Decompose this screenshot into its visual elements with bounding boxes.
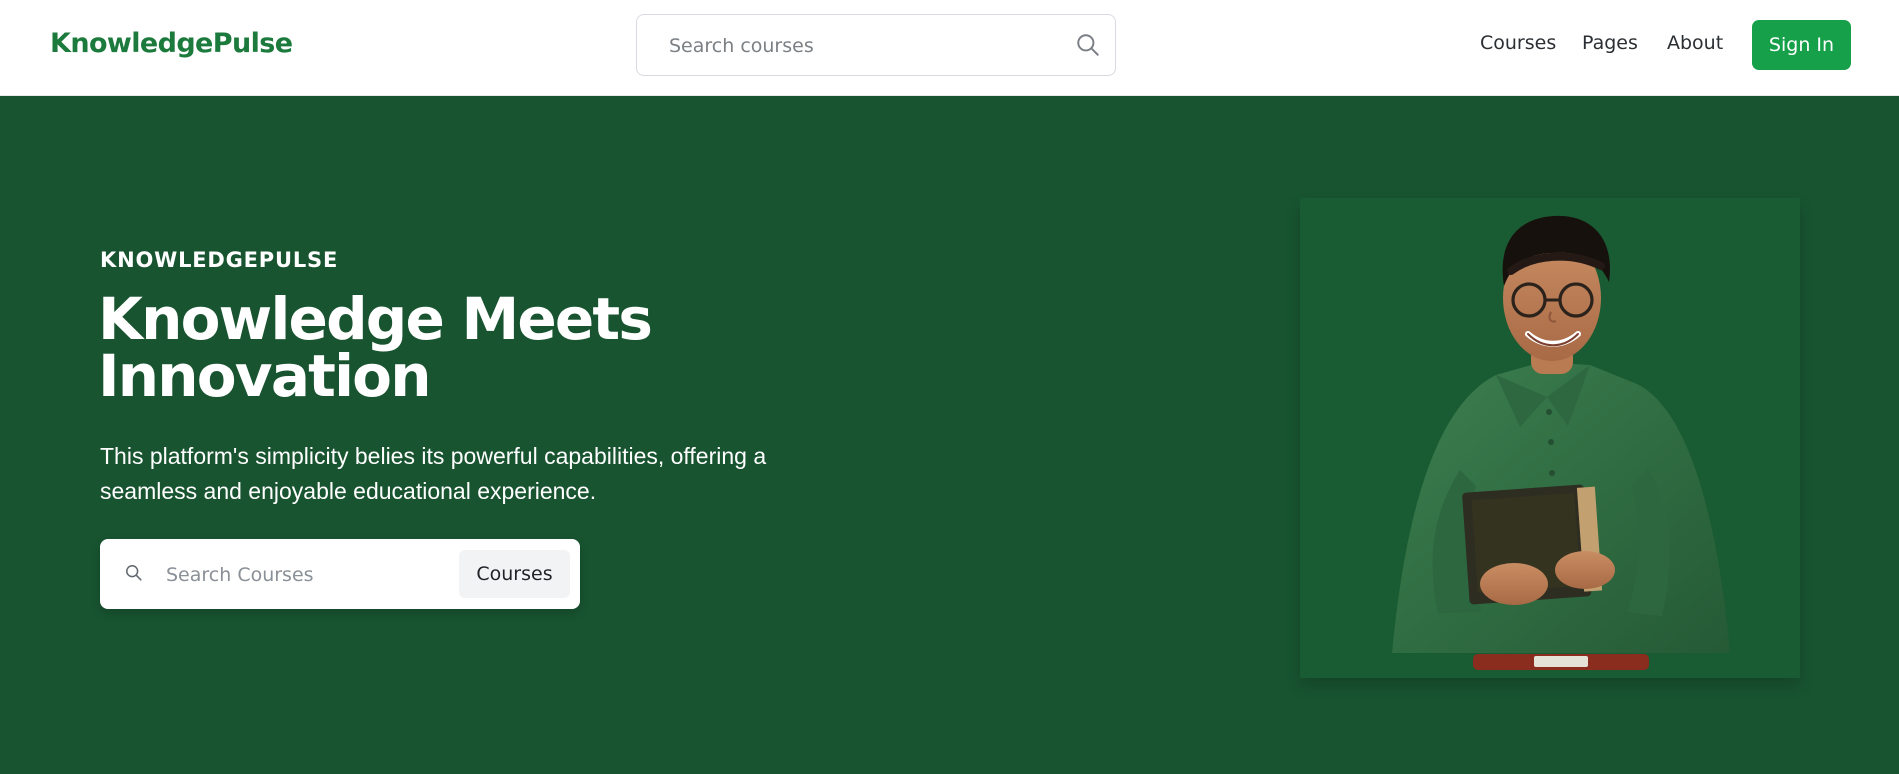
site-logo[interactable]: KnowledgePulse [50,28,293,59]
hero-search-input[interactable] [164,539,458,611]
nav-link-courses[interactable]: Courses [1480,32,1556,54]
nav-link-about[interactable]: About [1667,32,1723,54]
header-search-bar [636,14,1116,77]
search-icon [124,563,144,583]
courses-button[interactable]: Courses [459,550,570,598]
student-portrait-image [1392,215,1730,670]
hero-title: Knowledge Meets Innovation [98,285,653,410]
hero-section: KNOWLEDGEPULSE Knowledge Meets Innovatio… [0,96,1899,774]
sign-in-button[interactable]: Sign In [1752,20,1851,70]
hero-eyebrow: KNOWLEDGEPULSE [100,248,339,272]
search-icon[interactable] [1075,32,1101,58]
hero-search-bar: Courses [100,539,580,611]
hero-portrait-panel [1300,198,1800,678]
header-search-input[interactable] [667,15,1061,77]
site-header: KnowledgePulse Courses Pages About Sign … [0,0,1899,96]
hero-description: This platform's simplicity belies its po… [100,443,767,504]
nav-link-pages[interactable]: Pages [1582,32,1638,54]
